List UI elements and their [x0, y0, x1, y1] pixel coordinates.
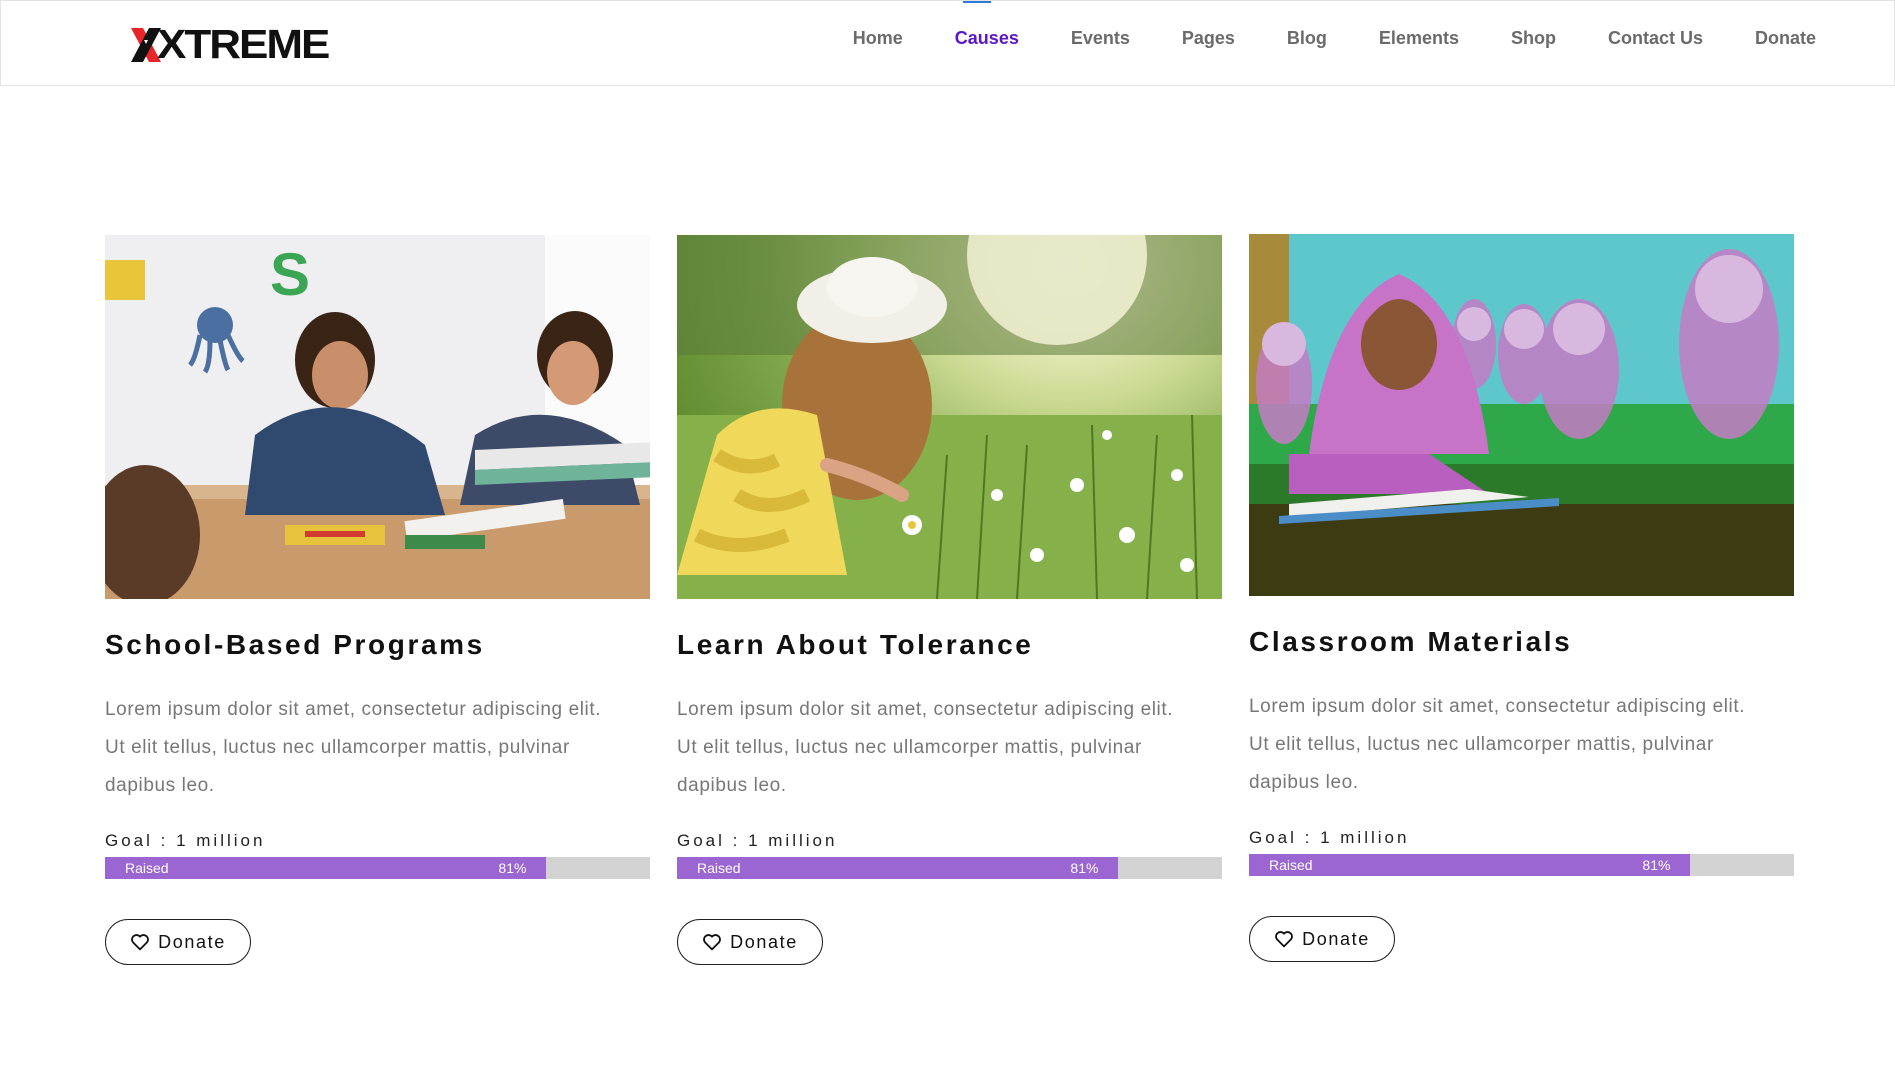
site-header: XTREME Home Causes Events Pages Blog Ele…	[0, 0, 1895, 86]
progress-bar: Raised 81%	[105, 857, 650, 879]
svg-text:S: S	[270, 241, 310, 308]
donate-button-label: Donate	[1302, 928, 1370, 949]
nav-events[interactable]: Events	[1045, 27, 1156, 49]
site-logo[interactable]: XTREME	[131, 22, 330, 68]
nav-pages[interactable]: Pages	[1156, 27, 1261, 49]
donate-button[interactable]: Donate	[1249, 916, 1395, 962]
nav-elements[interactable]: Elements	[1353, 27, 1485, 49]
nav-home[interactable]: Home	[827, 27, 929, 49]
logo-text: XTREME	[157, 22, 330, 68]
progress-fill: Raised 81%	[105, 857, 547, 879]
cause-image-girls-reading[interactable]	[1249, 234, 1794, 596]
progress-fill: Raised 81%	[1249, 854, 1691, 876]
cause-image-girl-in-meadow[interactable]	[677, 235, 1222, 599]
cause-title: Learn About Tolerance	[677, 629, 1034, 660]
nav-shop[interactable]: Shop	[1485, 27, 1582, 49]
donate-button-label: Donate	[158, 931, 226, 952]
nav-donate[interactable]: Donate	[1729, 27, 1842, 49]
heart-icon	[130, 933, 150, 951]
donate-button[interactable]: Donate	[677, 919, 823, 965]
cause-description: Lorem ipsum dolor sit amet, consectetur …	[105, 699, 602, 796]
donate-button-label: Donate	[730, 931, 798, 952]
donate-button[interactable]: Donate	[105, 919, 251, 965]
progress-raised-label: Raised	[1269, 857, 1313, 873]
progress-percent: 81%	[1070, 860, 1099, 876]
nav-blog[interactable]: Blog	[1261, 27, 1353, 49]
progress-percent: 81%	[1642, 857, 1671, 873]
progress-bar: Raised 81%	[677, 857, 1222, 879]
cause-title: School-Based Programs	[105, 629, 485, 660]
nav-causes[interactable]: Causes	[929, 27, 1045, 49]
logo-x-icon	[131, 28, 161, 62]
progress-fill: Raised 81%	[677, 857, 1119, 879]
cause-description: Lorem ipsum dolor sit amet, consectetur …	[677, 699, 1174, 796]
nav-contact-us[interactable]: Contact Us	[1582, 27, 1729, 49]
cause-title: Classroom Materials	[1249, 626, 1573, 657]
main-nav: Home Causes Events Pages Blog Elements S…	[827, 27, 1842, 49]
progress-percent: 81%	[498, 860, 527, 876]
causes-grid: S School-Based Programs Lorem ipsum dolo…	[105, 234, 1794, 965]
cause-card: S School-Based Programs Lorem ipsum dolo…	[105, 235, 650, 965]
heart-icon	[1274, 930, 1294, 948]
cause-goal: Goal : 1 million	[105, 831, 266, 850]
progress-raised-label: Raised	[697, 860, 741, 876]
cause-goal: Goal : 1 million	[1249, 828, 1410, 847]
progress-raised-label: Raised	[125, 860, 169, 876]
cause-goal: Goal : 1 million	[677, 831, 838, 850]
cause-description: Lorem ipsum dolor sit amet, consectetur …	[1249, 696, 1746, 793]
cause-card: Classroom Materials Lorem ipsum dolor si…	[1249, 234, 1794, 965]
progress-bar: Raised 81%	[1249, 854, 1794, 876]
cause-image-children-drawing[interactable]: S	[105, 235, 650, 599]
cause-card: Learn About Tolerance Lorem ipsum dolor …	[677, 235, 1222, 965]
nav-active-indicator	[963, 1, 991, 3]
heart-icon	[702, 933, 722, 951]
